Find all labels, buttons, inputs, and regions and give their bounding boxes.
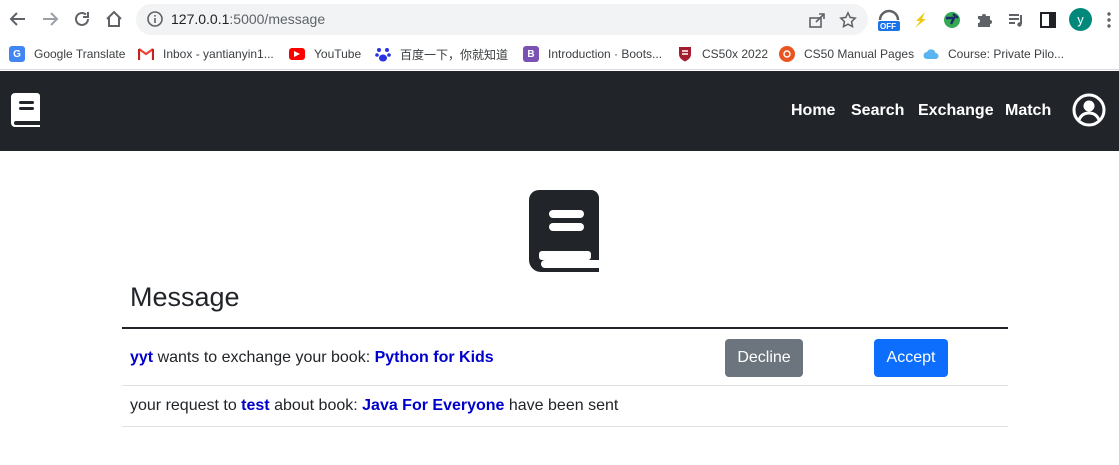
extensions-menu-button[interactable] <box>973 9 995 31</box>
message-book[interactable]: Python for Kids <box>375 349 494 366</box>
book-logo-icon[interactable] <box>11 93 41 127</box>
accept-button[interactable]: Accept <box>874 339 948 377</box>
bookmark-label: Inbox - yantianyin1... <box>163 47 274 61</box>
nav-match-link[interactable]: Match <box>1005 102 1051 120</box>
browser-menu-button[interactable] <box>1101 9 1117 31</box>
globe-extension-icon <box>944 12 960 28</box>
share-icon[interactable] <box>808 11 826 29</box>
bookmark-google-translate[interactable]: G Google Translate <box>9 44 125 64</box>
url-path: :5000/message <box>229 11 326 27</box>
reload-button[interactable] <box>71 8 93 30</box>
side-panel-icon <box>1040 12 1056 28</box>
profile-avatar[interactable]: y <box>1069 8 1092 31</box>
message-row: your request to test about book: Java Fo… <box>122 386 1008 427</box>
reload-icon <box>75 11 89 26</box>
message-book[interactable]: Java For Everyone <box>362 397 504 414</box>
message-text: your request to test about book: Java Fo… <box>130 397 618 415</box>
bookmark-label: CS50x 2022 <box>702 47 769 61</box>
ubuntu-icon <box>779 46 795 62</box>
side-panel-button[interactable] <box>1037 9 1059 31</box>
kebab-menu-icon <box>1107 12 1111 28</box>
message-mid-text: about book: <box>269 397 363 414</box>
nav-exchange-link[interactable]: Exchange <box>918 102 994 120</box>
lightning-icon <box>915 12 926 28</box>
youtube-icon <box>289 48 305 60</box>
message-user[interactable]: yyt <box>130 349 153 366</box>
extension-off-badge: OFF <box>880 22 896 31</box>
arrow-left-icon <box>9 12 25 26</box>
bookmark-cs50x[interactable]: CS50x 2022 <box>677 44 768 64</box>
gmail-icon <box>138 46 154 62</box>
message-mid-text: wants to exchange your book: <box>153 349 375 366</box>
google-translate-icon: G <box>9 46 25 62</box>
decline-button[interactable]: Decline <box>725 339 803 377</box>
message-suffix: have been sent <box>504 397 619 414</box>
message-row: yyt wants to exchange your book: Python … <box>122 329 1008 386</box>
nav-home-link[interactable]: Home <box>791 102 835 120</box>
harvard-shield-icon <box>677 46 693 62</box>
playlist-icon <box>1009 14 1022 27</box>
bookmark-star-icon[interactable] <box>839 11 857 29</box>
extension-globe-button[interactable] <box>941 9 963 31</box>
puzzle-icon <box>978 14 992 27</box>
page-title: Message <box>130 282 240 312</box>
url-text[interactable]: 127.0.0.1:5000/message <box>171 11 325 27</box>
message-prefix: your request to <box>130 397 242 414</box>
back-button[interactable] <box>7 8 29 30</box>
bookmark-label: YouTube <box>314 47 362 61</box>
forward-button[interactable] <box>39 8 61 30</box>
cloud-icon <box>923 46 939 62</box>
bookmark-label: 百度一下，你就知道 <box>400 47 509 62</box>
bookmarks-bar: G Google Translate Inbox - yantianyin1..… <box>0 38 1119 70</box>
bootstrap-icon: B <box>523 46 539 62</box>
bookmark-baidu[interactable]: 百度一下，你就知道 <box>375 44 508 64</box>
browser-toolbar: 127.0.0.1:5000/message OFF y <box>0 0 1119 38</box>
extension-off-button[interactable]: OFF <box>877 9 901 31</box>
site-info-icon[interactable] <box>146 10 164 28</box>
nav-search-link[interactable]: Search <box>851 102 904 120</box>
bookmark-label: Introduction · Boots... <box>548 47 663 61</box>
app-navbar: Home Search Exchange Match <box>0 71 1119 151</box>
url-host: 127.0.0.1 <box>171 11 230 27</box>
baidu-icon <box>375 46 391 62</box>
bookmark-gmail[interactable]: Inbox - yantianyin1... <box>138 44 274 64</box>
bookmark-cs50-manual[interactable]: CS50 Manual Pages <box>779 44 914 64</box>
bookmark-label: Course: Private Pilo... <box>948 47 1065 61</box>
address-bar[interactable]: 127.0.0.1:5000/message <box>136 4 868 35</box>
user-profile-icon[interactable] <box>1072 93 1106 127</box>
extension-lightning-button[interactable] <box>909 9 931 31</box>
message-user[interactable]: test <box>241 397 269 414</box>
bookmark-private-pilot[interactable]: Course: Private Pilo... <box>923 44 1064 64</box>
messages-table: yyt wants to exchange your book: Python … <box>122 327 1008 427</box>
bookmark-label: Google Translate <box>34 47 126 61</box>
home-icon <box>106 10 122 27</box>
message-text: yyt wants to exchange your book: Python … <box>130 349 494 367</box>
home-button[interactable] <box>103 8 125 30</box>
bookmark-youtube[interactable]: YouTube <box>289 44 361 64</box>
media-controls-button[interactable] <box>1005 9 1027 31</box>
arrow-right-icon <box>43 12 59 26</box>
bookmark-label: CS50 Manual Pages <box>804 47 915 61</box>
book-hero-icon <box>529 190 599 272</box>
bookmark-bootstrap[interactable]: B Introduction · Boots... <box>523 44 662 64</box>
